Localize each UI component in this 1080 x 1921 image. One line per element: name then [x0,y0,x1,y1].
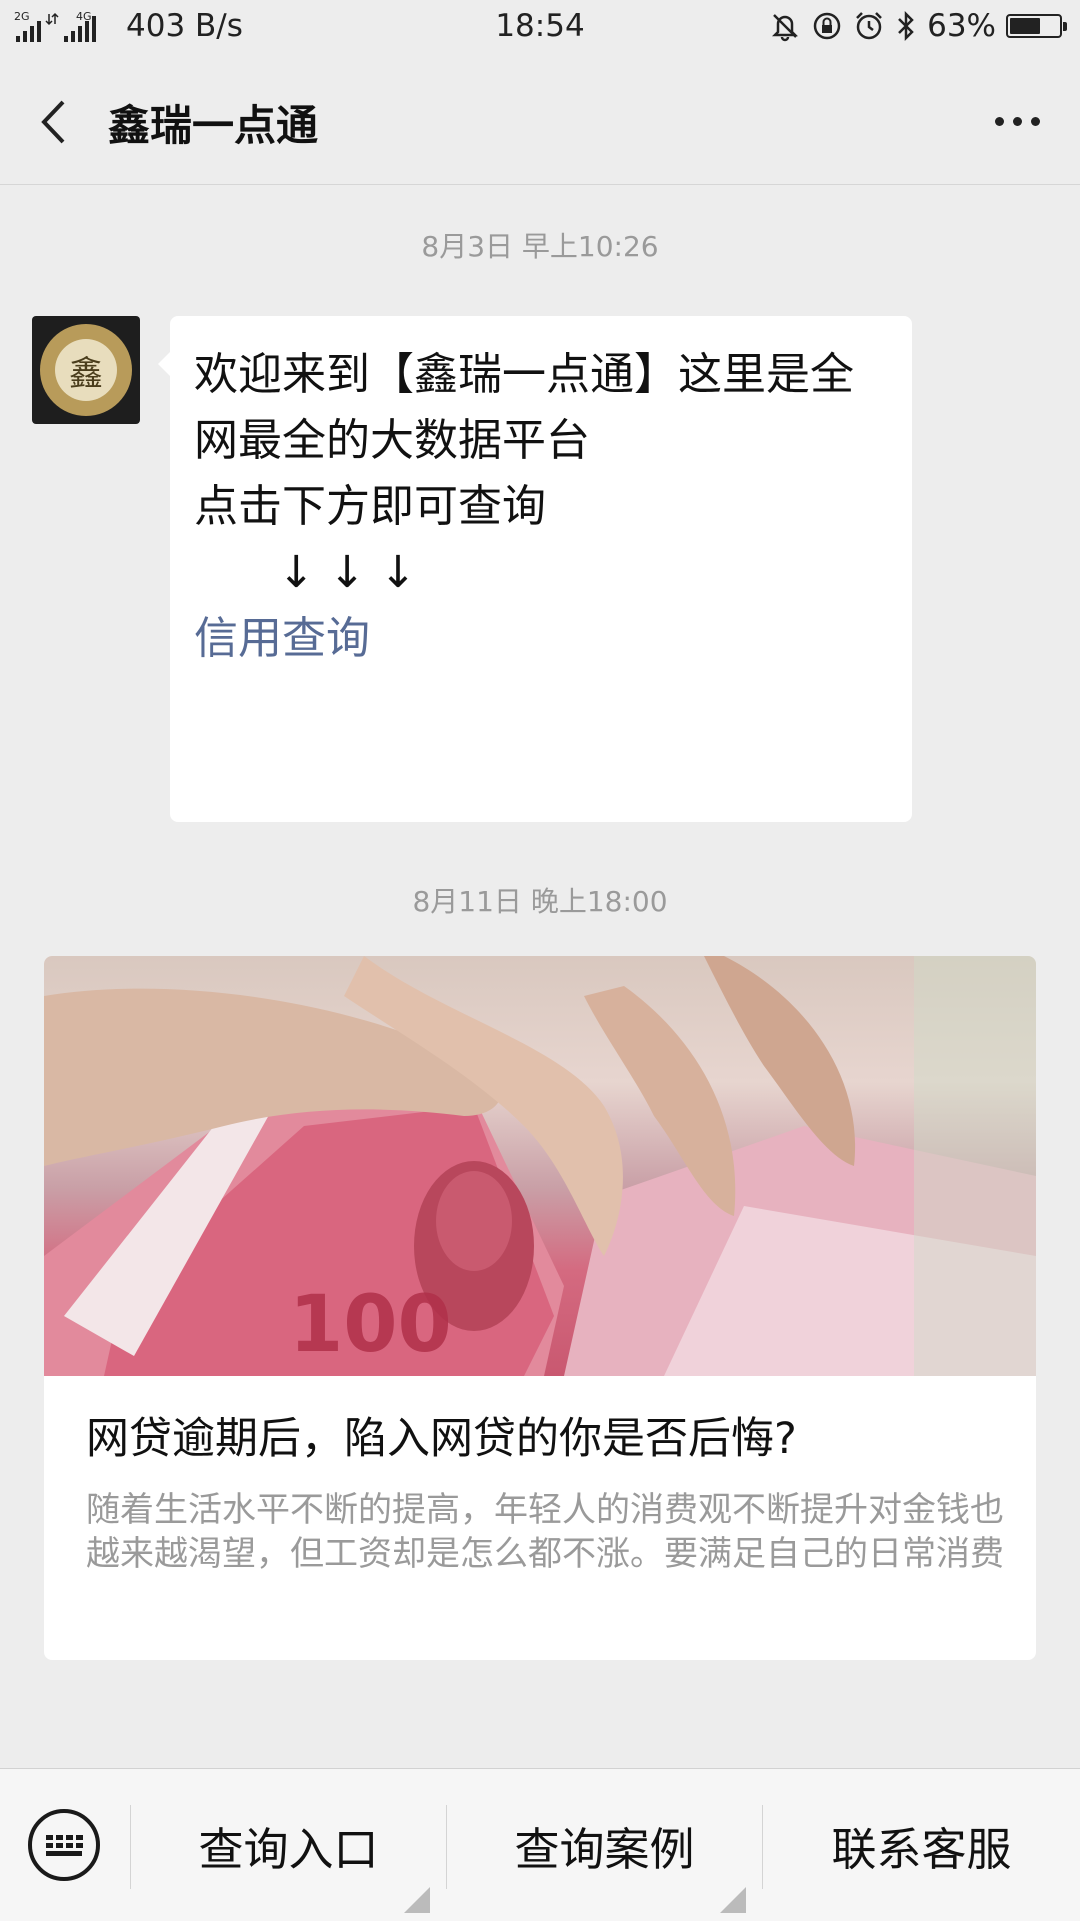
credit-query-link[interactable]: 信用查询 [194,606,370,672]
bluetooth-icon [898,10,914,42]
avatar[interactable]: 鑫 [32,316,140,424]
message-line: 点击下方即可查询 [194,481,546,532]
status-bar: 2G 4G 403 B/s 18:54 63% [0,0,1080,56]
more-dots-icon [994,116,1004,126]
message-timestamp: 8月3日 早上10:26 [421,230,659,263]
more-button[interactable] [982,96,1052,146]
rotation-lock-icon [813,12,841,40]
bottom-menu: 查询入口 查询案例 联系客服 [0,1768,1080,1921]
back-chevron-icon [41,100,65,144]
alarm-icon [856,12,882,40]
back-button[interactable] [26,94,82,150]
message-line: ↓ ↓ ↓ [194,547,417,598]
menu-item-query-entry[interactable]: 查询入口 [131,1769,446,1921]
message-bubble: 欢迎来到【鑫瑞一点通】这里是全 网最全的大数据平台 点击下方即可查询 ↓ ↓ ↓… [158,316,912,822]
keyboard-icon [45,1834,83,1856]
mute-bell-icon [772,14,799,42]
message-line: 欢迎来到【鑫瑞一点通】这里是全 [194,349,854,400]
logo-coin-icon: 鑫 [40,324,132,416]
svg-text:100: 100 [289,1280,452,1370]
battery-percent: 63% [927,8,996,44]
message-line: 网最全的大数据平台 [194,415,590,466]
article-title: 网贷逾期后，陷入网贷的你是否后悔? [86,1414,797,1464]
nav-bar: 鑫瑞一点通 [0,56,1080,185]
article-card[interactable]: 100 网贷逾期后，陷入网贷的你是否后悔? 随着生活水平不断的提高，年轻人的消费… [44,956,1036,1660]
status-icons: 63% [769,8,1067,44]
article-cover-image: 100 [44,956,1036,1376]
battery-icon [1006,14,1067,38]
keyboard-button[interactable] [28,1809,100,1881]
avatar-glyph: 鑫 [55,339,117,401]
menu-item-query-cases[interactable]: 查询案例 [447,1769,762,1921]
article-description: 随着生活水平不断的提高，年轻人的消费观不断提升对金钱也越来越渴望，但工资却是怎么… [86,1490,1004,1574]
submenu-indicator-icon [720,1887,746,1913]
submenu-indicator-icon [404,1887,430,1913]
message-timestamp: 8月11日 晚上18:00 [412,885,668,918]
menu-item-customer-service[interactable]: 联系客服 [763,1769,1080,1921]
page-title: 鑫瑞一点通 [108,101,319,150]
